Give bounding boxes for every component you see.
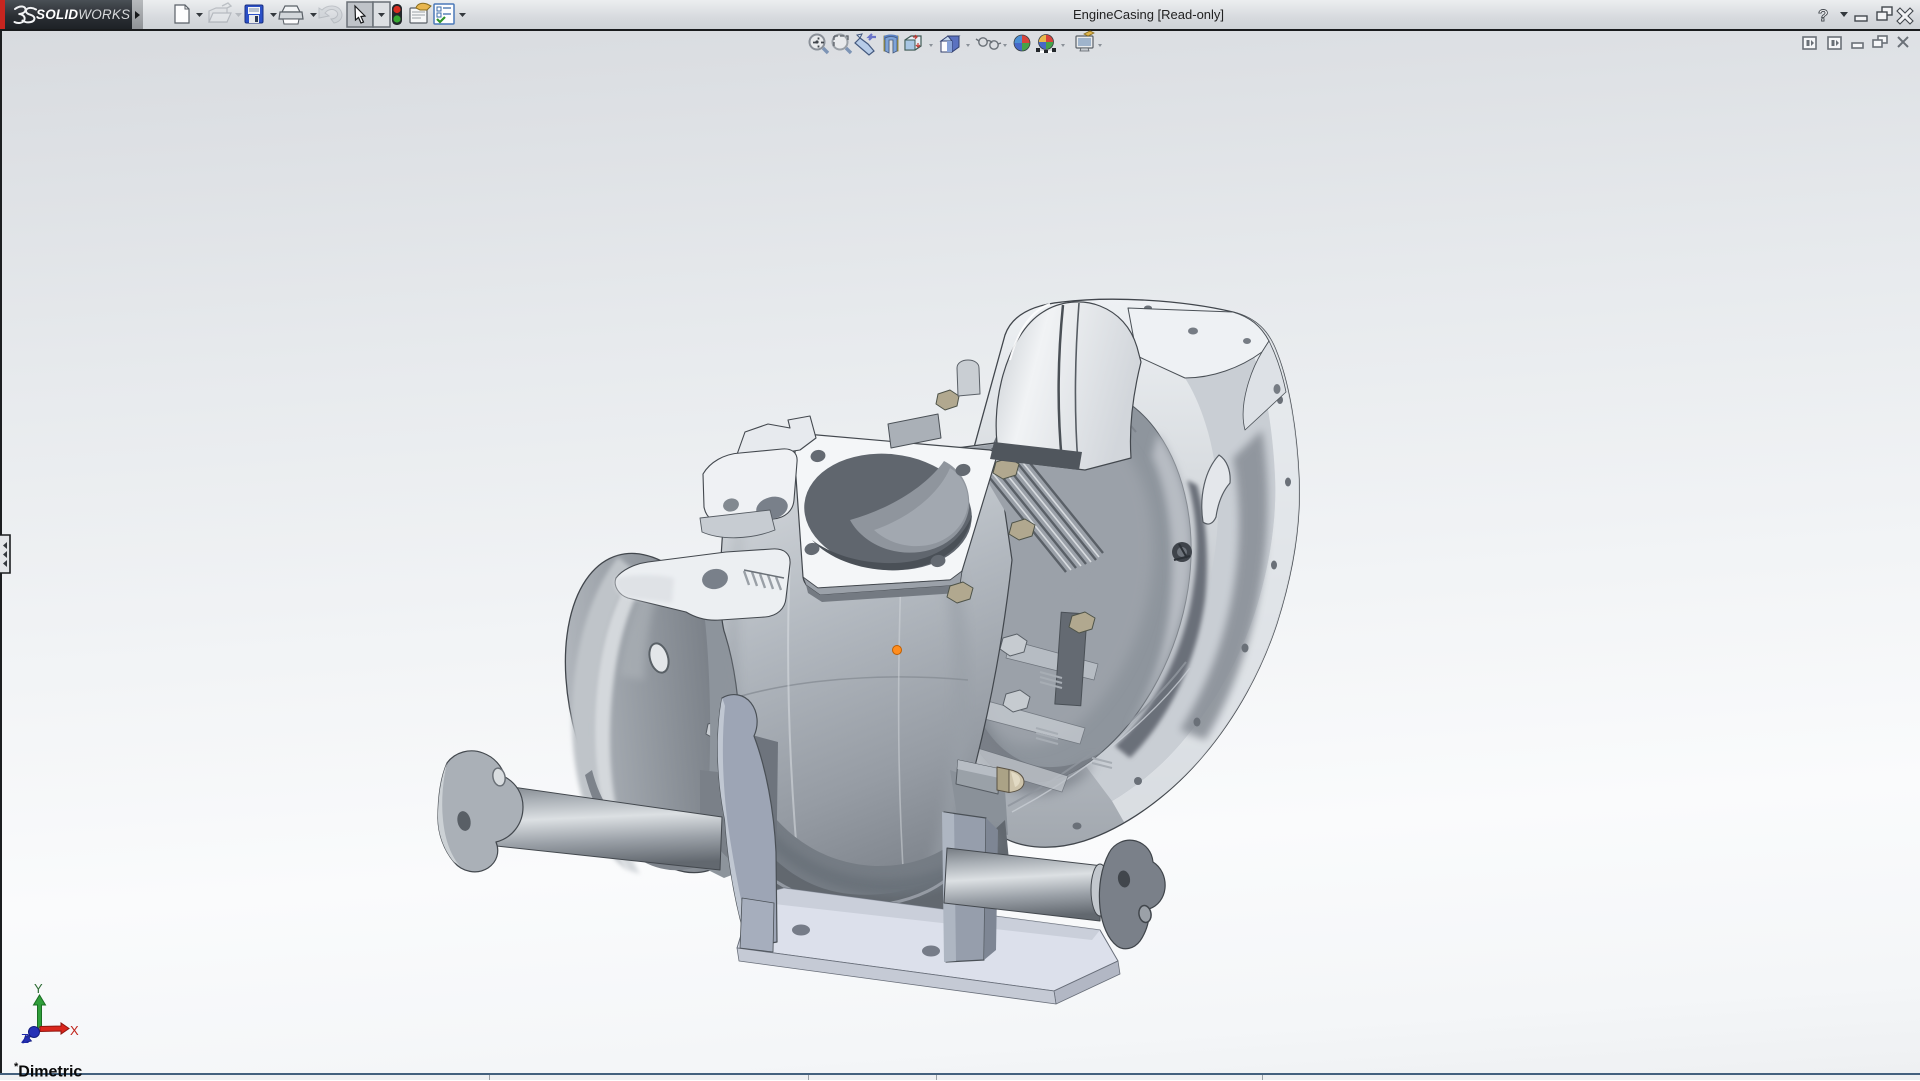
svg-text:Y: Y	[34, 981, 43, 996]
svg-text:Z: Z	[21, 1031, 29, 1046]
svg-text:?: ?	[1818, 6, 1828, 25]
svg-text:X: X	[70, 1023, 79, 1038]
